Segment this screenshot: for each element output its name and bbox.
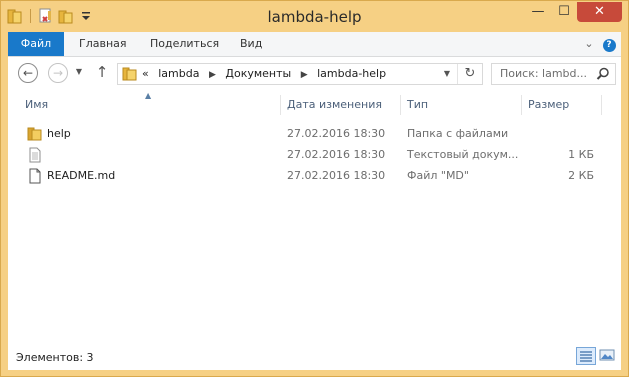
minimize-button[interactable]: — <box>525 2 551 22</box>
file-size: 2 КБ <box>568 169 594 182</box>
list-item[interactable]: README.md 27.02.2016 18:30 Файл "MD" 2 К… <box>8 166 621 186</box>
close-button[interactable]: ✕ <box>577 2 622 22</box>
expand-ribbon-icon[interactable]: ⌄ <box>581 36 597 52</box>
details-view-icon <box>580 351 592 362</box>
address-dropdown-icon[interactable]: ▼ <box>437 64 458 84</box>
column-header: ▲ Имя Дата изменения Тип Размер <box>8 91 621 117</box>
file-name: help <box>47 127 71 140</box>
search-input[interactable]: Поиск: lambd... <box>500 64 587 84</box>
item-count: Элементов: 3 <box>16 351 94 364</box>
forward-button[interactable]: → <box>48 63 68 83</box>
text-file-icon <box>27 147 43 163</box>
navigation-bar: ← → ▼ ↑ « lambda ▶ Документы ▶ lambda-he… <box>8 57 621 91</box>
column-date[interactable]: Дата изменения <box>287 98 382 111</box>
up-button[interactable]: ↑ <box>94 63 110 83</box>
column-type[interactable]: Тип <box>407 98 428 111</box>
breadcrumb-item[interactable]: lambda-help <box>317 67 386 80</box>
help-icon: ? <box>602 39 616 52</box>
tab-file[interactable]: Файл <box>8 32 64 56</box>
file-size: 1 КБ <box>568 148 594 161</box>
breadcrumb: « lambda ▶ Документы ▶ lambda-help <box>142 64 386 84</box>
status-bar: Элементов: 3 <box>8 342 621 370</box>
file-list: ▲ Имя Дата изменения Тип Размер help 27.… <box>8 91 621 342</box>
large-icons-view-button[interactable] <box>598 347 618 365</box>
file-type: Текстовый докум... <box>407 148 519 161</box>
file-date: 27.02.2016 18:30 <box>287 169 386 182</box>
search-box[interactable]: Поиск: lambd... <box>491 63 616 85</box>
column-divider[interactable] <box>601 95 602 115</box>
text-file-icon <box>27 168 43 184</box>
column-divider[interactable] <box>400 95 401 115</box>
window-controls: — ☐ ✕ <box>525 2 622 22</box>
title-bar[interactable]: lambda-help — ☐ ✕ <box>1 1 628 32</box>
column-name[interactable]: Имя <box>25 98 48 111</box>
breadcrumb-separator-icon[interactable]: ▶ <box>209 70 216 80</box>
column-divider[interactable] <box>521 95 522 115</box>
help-button[interactable]: ? <box>601 36 617 52</box>
explorer-window: lambda-help — ☐ ✕ Файл Главная Поделитьс… <box>0 0 629 377</box>
column-size[interactable]: Размер <box>528 98 569 111</box>
folder-icon <box>27 126 43 142</box>
tab-home[interactable]: Главная <box>79 32 127 56</box>
column-divider[interactable] <box>280 95 281 115</box>
back-button[interactable]: ← <box>18 63 38 83</box>
file-type: Папка с файлами <box>407 127 509 140</box>
file-type: Файл "MD" <box>407 169 469 182</box>
large-icons-view-icon <box>599 349 615 361</box>
file-date: 27.02.2016 18:30 <box>287 127 386 140</box>
details-view-button[interactable] <box>576 347 596 365</box>
sort-ascending-icon: ▲ <box>145 91 152 100</box>
breadcrumb-separator-icon[interactable]: ▶ <box>301 70 308 80</box>
search-icon[interactable] <box>596 67 610 81</box>
list-item[interactable]: 27.02.2016 18:30 Текстовый докум... 1 КБ <box>8 145 621 165</box>
refresh-icon[interactable]: ↻ <box>460 64 480 84</box>
file-name: README.md <box>47 169 116 182</box>
breadcrumb-item[interactable]: Документы <box>225 67 291 80</box>
breadcrumb-item[interactable]: lambda <box>158 67 199 80</box>
folder-icon <box>122 67 138 81</box>
maximize-button[interactable]: ☐ <box>551 2 577 22</box>
breadcrumb-overflow[interactable]: « <box>142 67 149 80</box>
ribbon-tabs: Файл Главная Поделиться Вид ⌄ ? <box>8 32 621 57</box>
tab-view[interactable]: Вид <box>240 32 262 56</box>
tab-share[interactable]: Поделиться <box>150 32 219 56</box>
list-item[interactable]: help 27.02.2016 18:30 Папка с файлами <box>8 124 621 144</box>
address-bar[interactable]: « lambda ▶ Документы ▶ lambda-help ▼ ↻ <box>117 63 483 85</box>
file-date: 27.02.2016 18:30 <box>287 148 386 161</box>
recent-locations-button[interactable]: ▼ <box>72 63 86 83</box>
